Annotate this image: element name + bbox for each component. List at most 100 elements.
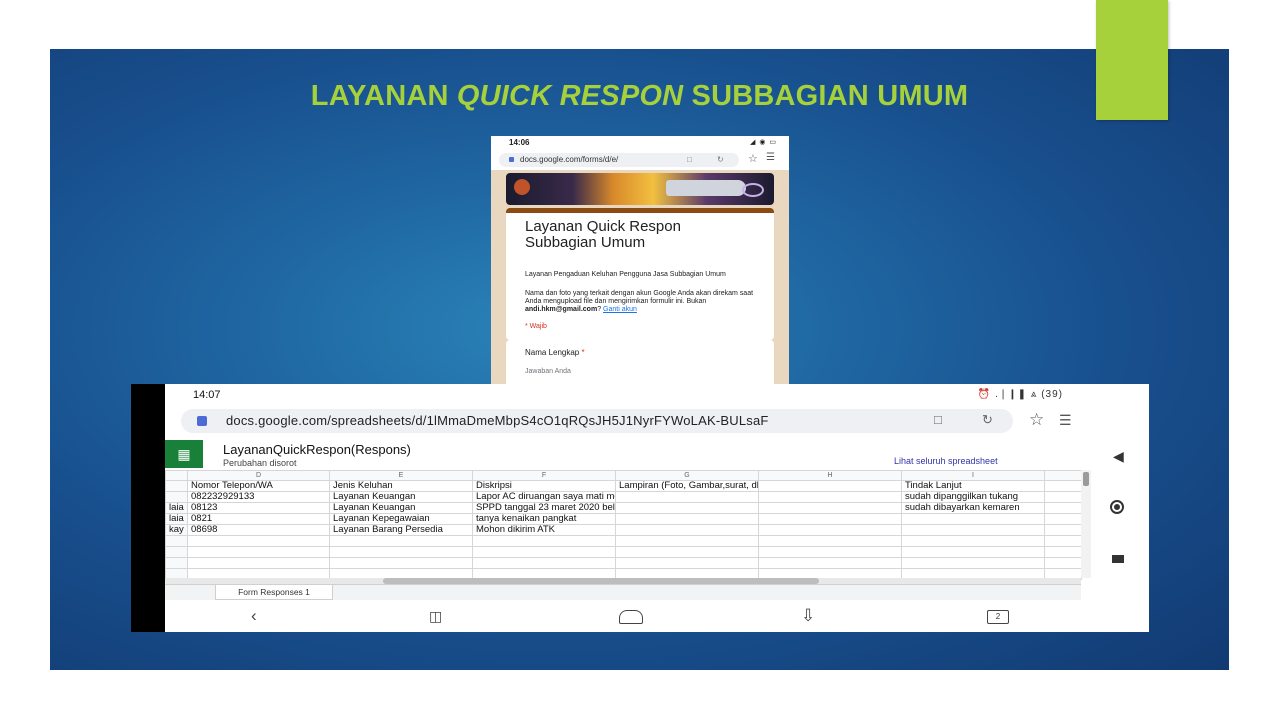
cell[interactable]: G xyxy=(615,470,759,481)
cell[interactable] xyxy=(1044,524,1082,536)
reader-mode-icon[interactable]: □ xyxy=(687,153,692,167)
cell[interactable]: Layanan Keuangan xyxy=(329,502,473,514)
cell[interactable]: Diskripsi xyxy=(472,480,616,492)
cell[interactable] xyxy=(1044,480,1082,492)
cell[interactable] xyxy=(758,491,902,503)
cell[interactable] xyxy=(615,491,759,503)
cell[interactable] xyxy=(472,557,616,569)
cell[interactable]: Tindak Lanjut xyxy=(901,480,1045,492)
cell[interactable]: 0821 xyxy=(187,513,330,525)
cell[interactable] xyxy=(615,546,759,558)
vertical-scrollbar[interactable] xyxy=(1081,470,1091,578)
cell[interactable]: E xyxy=(329,470,473,481)
system-back-icon[interactable]: ◀ xyxy=(1113,448,1124,465)
cell[interactable] xyxy=(1044,546,1082,558)
cell[interactable] xyxy=(901,546,1045,558)
cell[interactable] xyxy=(615,524,759,536)
switch-account-link[interactable]: Ganti akun xyxy=(603,306,637,313)
cell[interactable] xyxy=(165,480,188,492)
cell[interactable]: Layanan Keuangan xyxy=(329,491,473,503)
home-icon[interactable] xyxy=(619,610,643,624)
cell[interactable]: Lampiran (Foto, Gambar,surat, dll) xyxy=(615,480,759,492)
cell[interactable] xyxy=(758,502,902,514)
form-star-icon[interactable]: ☆ xyxy=(748,152,758,165)
cell[interactable]: I xyxy=(901,470,1045,481)
share-icon[interactable]: ⇩ xyxy=(801,606,815,626)
tabs-count-icon[interactable]: 2 xyxy=(987,610,1009,624)
cell[interactable]: Layanan Kepegawaian xyxy=(329,513,473,525)
cell[interactable] xyxy=(1044,557,1082,569)
cell[interactable] xyxy=(901,513,1045,525)
question-label-text: Nama Lengkap xyxy=(525,348,582,357)
cell[interactable] xyxy=(472,535,616,547)
cell[interactable] xyxy=(187,546,330,558)
reader-mode-icon[interactable]: □ xyxy=(934,412,942,427)
book-icon[interactable]: ◫ xyxy=(429,608,442,625)
spreadsheet-grid[interactable]: D E F G H I Nomor Telepon/WA Jenis Keluhan Diskr… xyxy=(165,470,1082,580)
cell[interactable] xyxy=(901,557,1045,569)
cell[interactable] xyxy=(758,557,902,569)
cell[interactable]: tanya kenaikan pangkat xyxy=(472,513,616,525)
cell[interactable] xyxy=(472,546,616,558)
cell[interactable]: Lapor AC diruangan saya mati mohon seger… xyxy=(472,491,616,503)
cell[interactable] xyxy=(187,535,330,547)
cell[interactable]: laia xyxy=(165,502,188,514)
cell[interactable] xyxy=(615,535,759,547)
cell[interactable] xyxy=(758,524,902,536)
sheet-tab-form-responses[interactable]: Form Responses 1 xyxy=(215,585,333,600)
cell[interactable] xyxy=(165,546,188,558)
cell[interactable] xyxy=(758,546,902,558)
back-icon[interactable]: ‹ xyxy=(251,606,257,626)
cell[interactable]: Mohon dikirim ATK xyxy=(472,524,616,536)
cell[interactable] xyxy=(329,546,473,558)
cell[interactable] xyxy=(165,470,188,481)
cell[interactable]: laia xyxy=(165,513,188,525)
cell[interactable]: sudah dibayarkan kemaren xyxy=(901,502,1045,514)
cell[interactable] xyxy=(1044,513,1082,525)
cell[interactable]: F xyxy=(472,470,616,481)
cell[interactable]: H xyxy=(758,470,902,481)
sheet-address-field[interactable]: docs.google.com/spreadsheets/d/1lMmaDmeM… xyxy=(181,409,1013,433)
reload-icon[interactable]: ↻ xyxy=(717,153,724,167)
browser-menu-icon[interactable]: ☰ xyxy=(1059,412,1072,429)
form-menu-icon[interactable]: ☰ xyxy=(766,152,775,163)
cell[interactable] xyxy=(758,480,902,492)
system-home-icon[interactable] xyxy=(1110,500,1124,514)
bookmark-star-icon[interactable]: ☆ xyxy=(1029,410,1044,430)
cell[interactable] xyxy=(901,524,1045,536)
cell[interactable]: D xyxy=(187,470,330,481)
cell[interactable]: 08123 xyxy=(187,502,330,514)
cell[interactable] xyxy=(615,502,759,514)
answer-input[interactable]: Jawaban Anda xyxy=(525,368,571,375)
cell[interactable] xyxy=(329,557,473,569)
cell[interactable] xyxy=(329,535,473,547)
form-address-field[interactable]: docs.google.com/forms/d/e/ □ ↻ xyxy=(499,153,739,167)
cell[interactable] xyxy=(1044,535,1082,547)
cell[interactable]: SPPD tanggal 23 maret 2020 belum dibayar… xyxy=(472,502,616,514)
question-card-name: Nama Lengkap * Jawaban Anda xyxy=(506,340,774,384)
cell[interactable] xyxy=(165,557,188,569)
cell[interactable] xyxy=(615,557,759,569)
reload-icon[interactable]: ↻ xyxy=(982,412,993,428)
vertical-scroll-thumb[interactable] xyxy=(1083,472,1089,486)
view-full-spreadsheet-link[interactable]: Lihat seluruh spreadsheet xyxy=(894,456,998,466)
cell[interactable] xyxy=(165,535,188,547)
cell[interactable] xyxy=(615,513,759,525)
cell[interactable] xyxy=(1044,470,1082,481)
cell[interactable]: Layanan Barang Persedia xyxy=(329,524,473,536)
system-recents-icon[interactable] xyxy=(1112,555,1124,563)
cell[interactable] xyxy=(758,513,902,525)
cell[interactable]: 08698 xyxy=(187,524,330,536)
cell[interactable]: kay xyxy=(165,524,188,536)
cell[interactable] xyxy=(1044,502,1082,514)
cell[interactable] xyxy=(758,535,902,547)
cell[interactable]: Jenis Keluhan xyxy=(329,480,473,492)
cell[interactable]: 082232929133 xyxy=(187,491,330,503)
cell[interactable] xyxy=(165,491,188,503)
cell[interactable]: sudah dipanggilkan tukang xyxy=(901,491,1045,503)
cell[interactable]: Nomor Telepon/WA xyxy=(187,480,330,492)
cell[interactable] xyxy=(1044,491,1082,503)
cell[interactable] xyxy=(901,535,1045,547)
cell[interactable] xyxy=(187,557,330,569)
table-row: kay 08698 Layanan Barang Persedia Mohon dik… xyxy=(165,524,1082,536)
